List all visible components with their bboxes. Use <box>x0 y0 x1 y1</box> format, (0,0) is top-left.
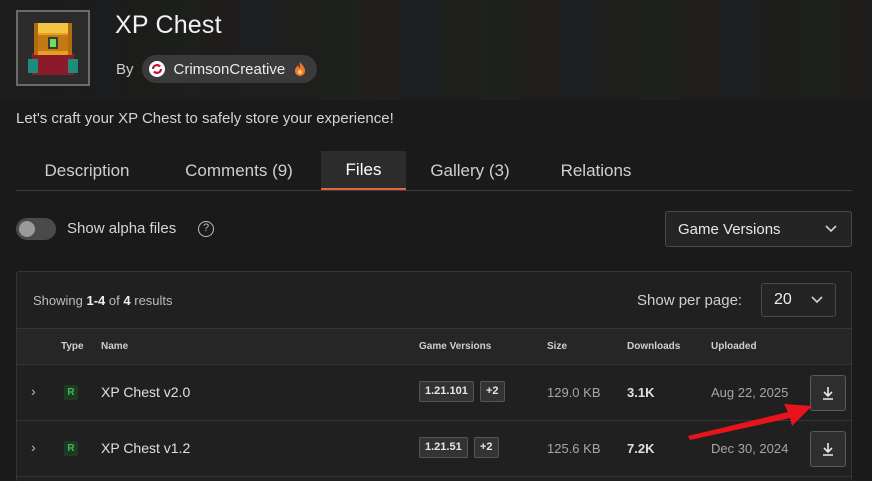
annotation-arrow-icon <box>688 404 812 440</box>
showing-of: of <box>108 293 120 308</box>
game-version-badge: 1.21.51 <box>419 437 468 458</box>
game-versions-label: Game Versions <box>678 220 781 238</box>
author-name: CrimsonCreative <box>173 60 286 78</box>
per-page-select[interactable]: 20 <box>761 283 836 317</box>
release-type-badge: R <box>64 441 78 456</box>
chest-logo-icon <box>28 23 78 75</box>
chevron-down-icon <box>825 225 837 233</box>
project-summary: Let's craft your XP Chest to safely stor… <box>16 110 394 127</box>
file-name[interactable]: XP Chest v1.2 <box>101 440 190 456</box>
alpha-files-label: Show alpha files <box>67 220 177 237</box>
help-icon[interactable]: ? <box>198 221 214 237</box>
col-downloads: Downloads <box>627 341 681 352</box>
chevron-down-icon <box>811 296 823 304</box>
download-button[interactable] <box>810 375 846 411</box>
author-row: By CrimsonCreative <box>116 55 318 83</box>
col-size: Size <box>547 341 568 352</box>
file-name[interactable]: XP Chest v2.0 <box>101 384 190 400</box>
tab-description[interactable]: Description <box>16 151 158 190</box>
showing-total: 4 <box>123 293 131 308</box>
tab-comments[interactable]: Comments (9) <box>166 151 312 190</box>
release-type-badge: R <box>64 385 78 400</box>
more-versions-badge[interactable]: +2 <box>474 437 499 458</box>
col-type: Type <box>61 341 84 352</box>
col-uploaded: Uploaded <box>711 341 757 352</box>
results-count: Showing 1-4 of 4 results <box>33 293 173 308</box>
showing-prefix: Showing <box>33 293 83 308</box>
project-tabs: Description Comments (9) Files Gallery (… <box>16 151 852 191</box>
author-avatar-icon <box>148 61 165 77</box>
col-game-versions: Game Versions <box>419 341 492 352</box>
tab-relations[interactable]: Relations <box>541 151 651 190</box>
download-icon <box>823 443 833 456</box>
more-versions-badge[interactable]: +2 <box>480 381 505 402</box>
project-title: XP Chest <box>115 11 222 39</box>
tab-files[interactable]: Files <box>321 151 406 190</box>
tab-gallery[interactable]: Gallery (3) <box>416 151 524 190</box>
project-logo <box>16 10 90 86</box>
download-icon <box>823 387 833 400</box>
showing-range: 1-4 <box>86 293 106 308</box>
chevron-right-icon[interactable]: › <box>31 383 36 399</box>
per-page-value: 20 <box>774 291 792 308</box>
alpha-files-toggle[interactable] <box>16 218 56 240</box>
game-version-badge: 1.21.101 <box>419 381 474 402</box>
files-panel: Showing 1-4 of 4 results Show per page: … <box>16 271 852 481</box>
file-size: 125.6 KB <box>547 441 601 456</box>
showing-suffix: results <box>134 293 173 308</box>
flame-icon <box>295 62 306 76</box>
by-label: By <box>116 60 134 78</box>
download-button[interactable] <box>810 431 846 467</box>
file-downloads: 7.2K <box>627 441 655 456</box>
file-downloads: 3.1K <box>627 385 655 400</box>
file-size: 129.0 KB <box>547 385 601 400</box>
per-page-label: Show per page: <box>637 292 743 309</box>
game-versions-select[interactable]: Game Versions <box>665 211 852 247</box>
author-link[interactable]: CrimsonCreative <box>141 55 318 83</box>
file-uploaded: Dec 30, 2024 <box>711 441 789 456</box>
col-name: Name <box>101 341 129 352</box>
files-table-header: Type Name Game Versions Size Downloads U… <box>17 328 851 365</box>
toggle-knob <box>19 221 35 237</box>
chevron-right-icon[interactable]: › <box>31 439 36 455</box>
